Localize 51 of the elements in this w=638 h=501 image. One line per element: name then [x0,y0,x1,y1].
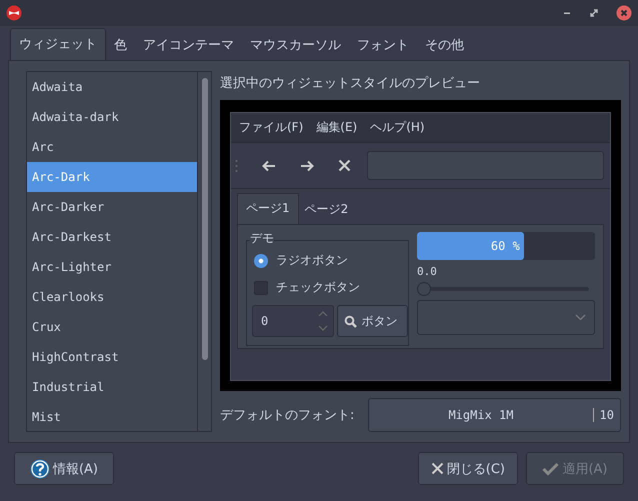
spin-box[interactable]: 0 [252,305,334,337]
search-button[interactable]: ボタン [337,305,408,337]
theme-item[interactable]: Adwaita [27,72,197,102]
theme-item[interactable]: Arc [27,132,197,162]
toolbar-grip-icon [235,158,238,172]
theme-item[interactable]: Mist [27,402,197,431]
restore-icon[interactable] [589,8,599,18]
theme-item[interactable]: Arc-Darkest [27,222,197,252]
theme-item[interactable]: Adwaita-dark [27,102,197,132]
preview-title: 選択中のウィジェットスタイルのプレビュー [220,75,481,92]
back-arrow-icon[interactable] [262,160,276,172]
help-icon [30,458,50,478]
radio-label: ラジオボタン [276,252,348,269]
font-label: デフォルトのフォント: [220,407,354,424]
slider-handle[interactable] [417,282,431,296]
close-button[interactable]: 閉じる(C) [418,452,518,485]
group-title: デモ [250,231,274,245]
checkbox[interactable] [254,280,268,294]
theme-item[interactable]: Industrial [27,372,197,402]
menu-item[interactable]: ファイル(F) [239,119,304,136]
tab[interactable]: フォント [349,32,417,60]
search-icon [344,314,358,328]
close-icon [430,462,444,475]
menu-item[interactable]: 編集(E) [316,119,358,136]
address-field[interactable] [367,151,604,180]
close-icon[interactable] [616,5,632,21]
info-button[interactable]: 情報(A) [14,452,114,485]
menu-item[interactable]: ヘルプ(H) [370,119,425,136]
progress-fill: 60 % [417,232,524,260]
theme-item[interactable]: Crux [27,312,197,342]
theme-item[interactable]: Arc-Darker [27,192,197,222]
theme-item[interactable]: HighContrast [27,342,197,372]
theme-item[interactable]: Arc-Lighter [27,252,197,282]
chevron-down-icon[interactable] [575,314,586,321]
font-button[interactable]: MigMix 1M 10 [368,398,621,432]
app-icon [6,5,22,21]
page-tab[interactable]: ページ2 [298,197,354,224]
tab[interactable]: マウスカーソル [242,32,349,60]
theme-item[interactable]: Clearlooks [27,282,197,312]
slider-value: 0.0 [417,265,438,278]
checkbox-label: チェックボタン [276,279,360,296]
radio-button[interactable] [254,254,268,268]
tab[interactable]: その他 [417,32,472,60]
tab[interactable]: ウィジェット [10,28,106,60]
page-tab[interactable]: ページ1 [237,193,299,224]
tab[interactable]: アイコンテーマ [135,32,242,60]
checkmark-icon [542,462,560,476]
tab[interactable]: 色 [106,32,135,60]
scrollbar-thumb[interactable] [202,78,208,360]
stop-icon[interactable] [338,159,351,172]
forward-arrow-icon[interactable] [300,160,314,172]
